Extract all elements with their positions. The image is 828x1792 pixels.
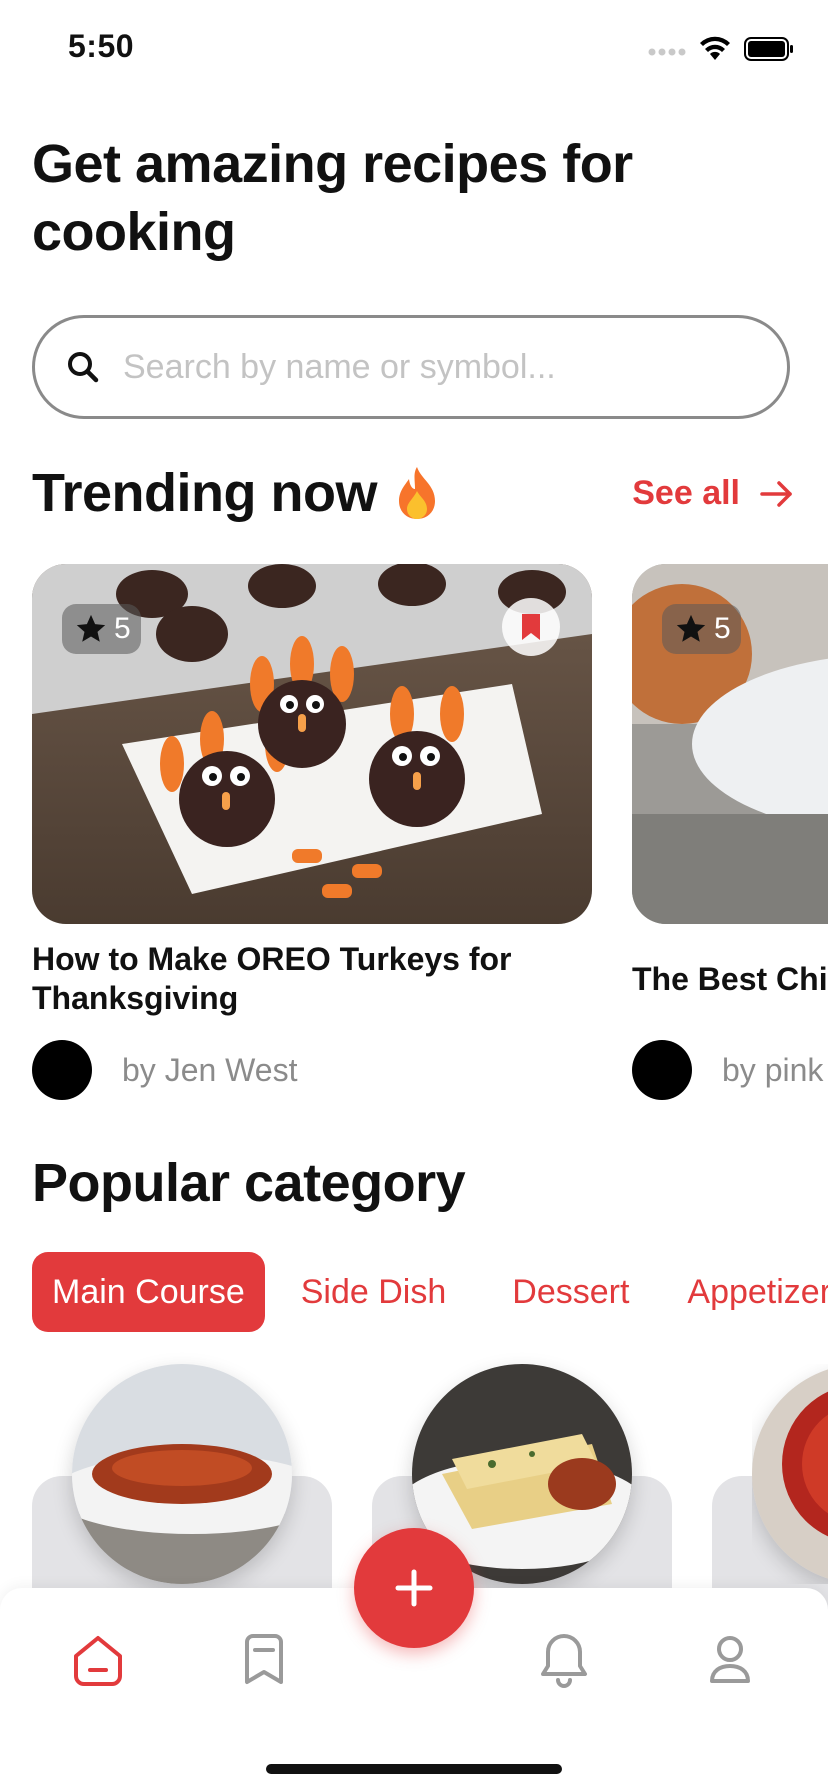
status-icons (648, 32, 794, 66)
arrow-right-icon (760, 480, 792, 507)
avatar (632, 1040, 692, 1100)
bolognese-photo (72, 1364, 292, 1584)
bookmark-filled-icon (522, 614, 540, 640)
category-tabs: Main Course Side Dish Dessert Appetizer (32, 1252, 828, 1332)
home-icon (74, 1636, 122, 1686)
author-name: by pink (722, 1051, 824, 1088)
recipe-image-clip (752, 1364, 828, 1584)
category-tab-main-course[interactable]: Main Course (32, 1252, 265, 1332)
wifi-icon (700, 36, 730, 60)
trending-title: Trending now (32, 463, 377, 523)
popular-category-title: Popular category (32, 1153, 466, 1213)
page-title: Get amazing recipes for cooking (32, 134, 633, 262)
recipe-image[interactable]: 5 (632, 564, 828, 924)
avatar (32, 1040, 92, 1100)
category-tab-appetizer[interactable]: Appetizer (659, 1252, 828, 1332)
search-input[interactable] (121, 346, 725, 388)
status-time: 5:50 (68, 28, 135, 64)
star-icon (676, 614, 706, 642)
rating-value: 5 (714, 612, 731, 645)
nav-home[interactable] (58, 1620, 138, 1700)
rating-badge: 5 (62, 604, 141, 654)
recipe-title[interactable]: The Best Chil (632, 960, 828, 999)
recipe-author: by Jen West (32, 1040, 297, 1100)
star-icon (76, 614, 106, 642)
recipe-image[interactable] (72, 1364, 292, 1584)
home-indicator (266, 1764, 562, 1774)
category-tab-dessert[interactable]: Dessert (482, 1252, 659, 1332)
search-icon (68, 352, 99, 383)
sauce-photo (752, 1364, 828, 1584)
category-tab-side-dish[interactable]: Side Dish (265, 1252, 483, 1332)
see-all-label: See all (632, 474, 740, 512)
rating-badge: 5 (662, 604, 741, 654)
recipe-card[interactable]: 5 How to Make OREO Turkeys for Thanksgiv… (32, 564, 592, 1100)
profile-icon (710, 1636, 750, 1683)
cellular-signal-icon (648, 48, 686, 56)
nav-saved[interactable] (224, 1620, 304, 1700)
recipe-title[interactable]: How to Make OREO Turkeys for Thanksgivin… (32, 940, 592, 1018)
recipe-image[interactable] (752, 1364, 828, 1584)
search-bar[interactable] (32, 315, 790, 419)
fire-icon (398, 467, 435, 519)
bookmark-icon (245, 1634, 283, 1684)
battery-icon (744, 37, 793, 61)
recipe-image[interactable]: 5 (32, 564, 592, 924)
recipe-card[interactable]: 5 The Best Chil by pink (632, 564, 828, 1124)
nav-notifications[interactable] (524, 1620, 604, 1700)
add-icon (395, 1569, 433, 1607)
nav-profile[interactable] (690, 1620, 770, 1700)
author-name: by Jen West (122, 1051, 298, 1088)
rating-value: 5 (114, 612, 131, 645)
see-all-link[interactable]: See all (632, 474, 794, 513)
bell-icon (541, 1634, 587, 1688)
recipe-author: by pink (632, 1040, 823, 1100)
bookmark-button[interactable] (502, 598, 560, 656)
add-recipe-button[interactable] (354, 1528, 474, 1648)
trending-header: Trending now (32, 462, 439, 524)
